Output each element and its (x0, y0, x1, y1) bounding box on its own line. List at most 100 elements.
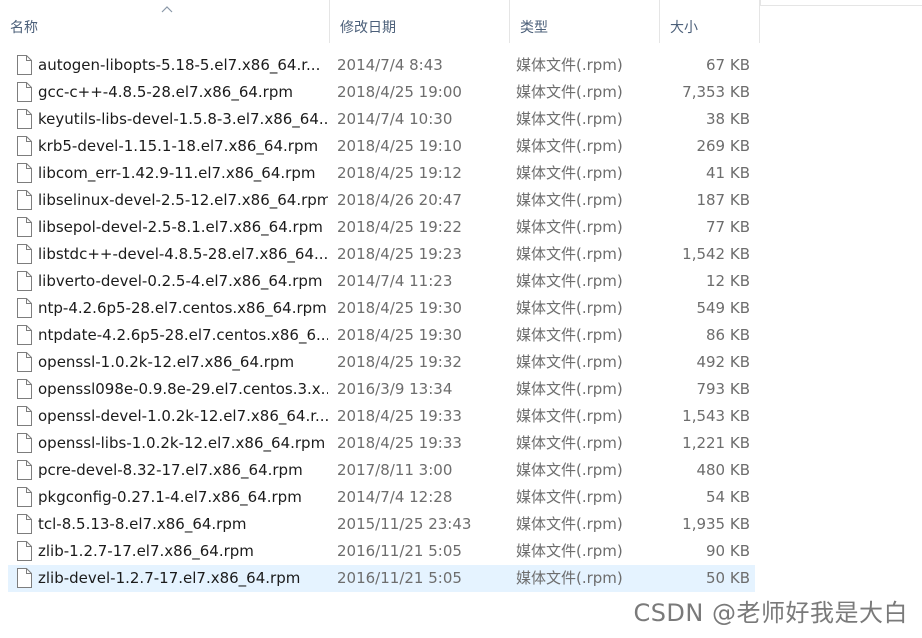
file-size: 67 KB (706, 56, 750, 74)
file-row[interactable]: openssl-devel-1.0.2k-12.el7.x86_64.r... 2… (8, 403, 755, 430)
file-size: 1,221 KB (682, 434, 750, 452)
file-type: 媒体文件(.rpm) (516, 137, 623, 155)
watermark: CSDN @老师好我是大白 (633, 599, 908, 627)
file-size: 269 KB (696, 137, 750, 155)
file-row[interactable]: zlib-devel-1.2.7-17.el7.x86_64.rpm 2016/1… (8, 565, 755, 592)
file-type: 媒体文件(.rpm) (516, 515, 623, 533)
file-row[interactable]: openssl-1.0.2k-12.el7.x86_64.rpm 2018/4/2… (8, 349, 755, 376)
file-type: 媒体文件(.rpm) (516, 218, 623, 236)
file-type: 媒体文件(.rpm) (516, 245, 623, 263)
file-name: openssl-devel-1.0.2k-12.el7.x86_64.r... (38, 407, 328, 425)
file-row[interactable]: keyutils-libs-devel-1.5.8-3.el7.x86_64..… (8, 106, 755, 133)
file-icon (16, 271, 32, 291)
file-type: 媒体文件(.rpm) (516, 110, 623, 128)
file-row[interactable]: zlib-1.2.7-17.el7.x86_64.rpm 2016/11/21 5… (8, 538, 755, 565)
file-date: 2018/4/25 19:23 (337, 245, 462, 263)
file-row[interactable]: autogen-libopts-5.18-5.el7.x86_64.r... 20… (8, 52, 755, 79)
file-icon (16, 163, 32, 183)
file-type: 媒体文件(.rpm) (516, 488, 623, 506)
file-name: libsepol-devel-2.5-8.1.el7.x86_64.rpm (38, 218, 323, 236)
file-row[interactable]: pcre-devel-8.32-17.el7.x86_64.rpm 2017/8/… (8, 457, 755, 484)
file-icon (16, 244, 32, 264)
file-name: autogen-libopts-5.18-5.el7.x86_64.r... (38, 56, 321, 74)
file-type: 媒体文件(.rpm) (516, 272, 623, 290)
file-type: 媒体文件(.rpm) (516, 326, 623, 344)
sort-ascending-icon (161, 6, 173, 13)
file-row[interactable]: libselinux-devel-2.5-12.el7.x86_64.rpm 20… (8, 187, 755, 214)
file-row[interactable]: gcc-c++-4.8.5-28.el7.x86_64.rpm 2018/4/25… (8, 79, 755, 106)
header-empty-area (760, 0, 922, 6)
file-type: 媒体文件(.rpm) (516, 353, 623, 371)
file-size: 793 KB (696, 380, 750, 398)
file-row[interactable]: openssl-libs-1.0.2k-12.el7.x86_64.rpm 201… (8, 430, 755, 457)
file-date: 2017/8/11 3:00 (337, 461, 453, 479)
file-size: 187 KB (696, 191, 750, 209)
file-icon (16, 433, 32, 453)
file-row[interactable]: ntpdate-4.2.6p5-28.el7.centos.x86_6... 20… (8, 322, 755, 349)
file-date: 2018/4/25 19:33 (337, 407, 462, 425)
file-name: zlib-1.2.7-17.el7.x86_64.rpm (38, 542, 254, 560)
file-icon (16, 298, 32, 318)
file-date: 2018/4/25 19:22 (337, 218, 462, 236)
file-type: 媒体文件(.rpm) (516, 56, 623, 74)
file-row[interactable]: libverto-devel-0.2.5-4.el7.x86_64.rpm 201… (8, 268, 755, 295)
file-size: 492 KB (696, 353, 750, 371)
column-header-bar: 名称 修改日期 类型 大小 (0, 0, 760, 43)
file-icon (16, 217, 32, 237)
file-icon (16, 460, 32, 480)
file-size: 54 KB (706, 488, 750, 506)
file-name: pcre-devel-8.32-17.el7.x86_64.rpm (38, 461, 303, 479)
file-type: 媒体文件(.rpm) (516, 191, 623, 209)
file-date: 2018/4/25 19:33 (337, 434, 462, 452)
file-icon (16, 136, 32, 156)
file-size: 12 KB (706, 272, 750, 290)
file-size: 480 KB (696, 461, 750, 479)
file-icon (16, 325, 32, 345)
file-type: 媒体文件(.rpm) (516, 569, 623, 587)
file-type: 媒体文件(.rpm) (516, 380, 623, 398)
file-name: pkgconfig-0.27.1-4.el7.x86_64.rpm (38, 488, 302, 506)
file-name: ntp-4.2.6p5-28.el7.centos.x86_64.rpm (38, 299, 327, 317)
file-row[interactable]: openssl098e-0.9.8e-29.el7.centos.3.x... 2… (8, 376, 755, 403)
file-date: 2018/4/25 19:30 (337, 326, 462, 344)
file-icon (16, 82, 32, 102)
column-header-size[interactable]: 大小 (660, 0, 760, 43)
file-date: 2014/7/4 12:28 (337, 488, 453, 506)
file-size: 7,353 KB (682, 83, 750, 101)
file-row[interactable]: libcom_err-1.42.9-11.el7.x86_64.rpm 2018/… (8, 160, 755, 187)
file-icon (16, 190, 32, 210)
file-size: 41 KB (706, 164, 750, 182)
file-size: 77 KB (706, 218, 750, 236)
file-row[interactable]: libsepol-devel-2.5-8.1.el7.x86_64.rpm 201… (8, 214, 755, 241)
file-icon (16, 487, 32, 507)
file-row[interactable]: pkgconfig-0.27.1-4.el7.x86_64.rpm 2014/7/… (8, 484, 755, 511)
column-header-name[interactable]: 名称 (0, 0, 330, 43)
column-header-date[interactable]: 修改日期 (330, 0, 510, 43)
file-row[interactable]: krb5-devel-1.15.1-18.el7.x86_64.rpm 2018/… (8, 133, 755, 160)
file-date: 2014/7/4 10:30 (337, 110, 453, 128)
file-date: 2018/4/25 19:12 (337, 164, 462, 182)
file-type: 媒体文件(.rpm) (516, 299, 623, 317)
file-icon (16, 55, 32, 75)
file-size: 38 KB (706, 110, 750, 128)
file-icon (16, 109, 32, 129)
file-name: gcc-c++-4.8.5-28.el7.x86_64.rpm (38, 83, 293, 101)
file-row[interactable]: ntp-4.2.6p5-28.el7.centos.x86_64.rpm 2018… (8, 295, 755, 322)
file-date: 2016/11/21 5:05 (337, 569, 462, 587)
file-type: 媒体文件(.rpm) (516, 164, 623, 182)
file-icon (16, 352, 32, 372)
file-name: libcom_err-1.42.9-11.el7.x86_64.rpm (38, 164, 316, 182)
file-type: 媒体文件(.rpm) (516, 542, 623, 560)
file-name: tcl-8.5.13-8.el7.x86_64.rpm (38, 515, 247, 533)
file-name: openssl-1.0.2k-12.el7.x86_64.rpm (38, 353, 295, 371)
file-name: krb5-devel-1.15.1-18.el7.x86_64.rpm (38, 137, 319, 155)
file-row[interactable]: libstdc++-devel-4.8.5-28.el7.x86_64.... 2… (8, 241, 755, 268)
file-list: autogen-libopts-5.18-5.el7.x86_64.r... 20… (8, 52, 755, 592)
file-date: 2014/7/4 8:43 (337, 56, 443, 74)
file-date: 2014/7/4 11:23 (337, 272, 453, 290)
column-header-name-label: 名称 (10, 20, 38, 36)
file-type: 媒体文件(.rpm) (516, 407, 623, 425)
file-row[interactable]: tcl-8.5.13-8.el7.x86_64.rpm 2015/11/25 23… (8, 511, 755, 538)
column-header-type[interactable]: 类型 (510, 0, 660, 43)
file-icon (16, 568, 32, 588)
